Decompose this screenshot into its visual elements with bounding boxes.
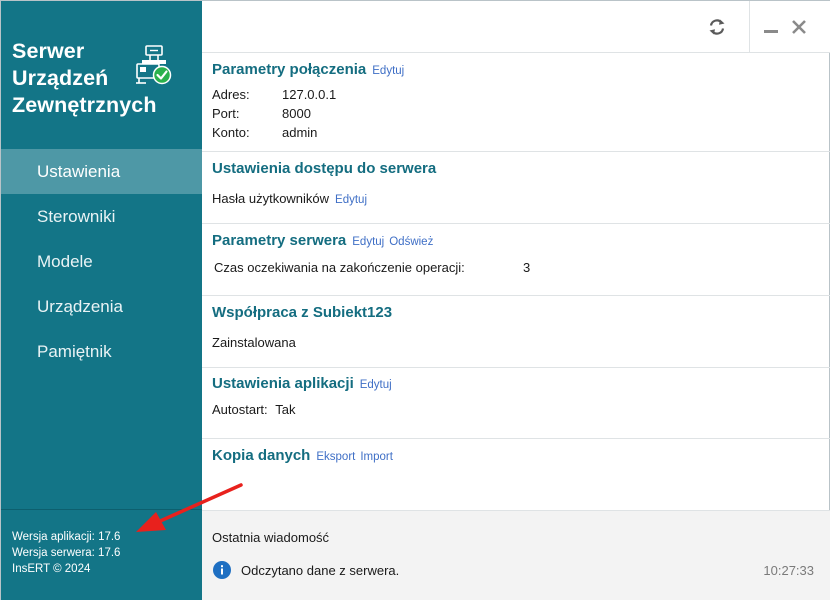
status-time: 10:27:33 — [763, 563, 814, 578]
section-access: Ustawienia dostępu do serwera Hasła użyt… — [202, 152, 830, 224]
section-subiekt: Współpraca z Subiekt123 Zainstalowana — [202, 296, 830, 368]
sidebar-item-modele[interactable]: Modele — [1, 239, 202, 284]
status-panel: Ostatnia wiadomość Odczytano dane z serw… — [202, 510, 830, 600]
refresh-icon — [709, 18, 725, 35]
section-title-backup: Kopia danych Eksport Import — [212, 447, 393, 464]
copyright: InsERT © 2024 — [12, 563, 91, 575]
minimize-button[interactable] — [759, 1, 783, 52]
sidebar-item-sterowniki[interactable]: Sterowniki — [1, 194, 202, 239]
app-title-line-3: Zewnętrznych — [12, 93, 157, 117]
sidebar-item-urzadzenia[interactable]: Urządzenia — [1, 284, 202, 329]
close-button[interactable] — [786, 1, 812, 52]
backup-import-link[interactable]: Import — [360, 451, 393, 463]
sidebar-item-ustawienia[interactable]: Ustawienia — [1, 149, 202, 194]
account-label: Konto: — [212, 125, 250, 140]
settings-content: Parametry połączenia Edytuj Adres: 127.0.… — [202, 53, 830, 510]
timeout-label: Czas oczekiwania na zakończenie operacji… — [214, 260, 465, 275]
sidebar: Serwer Urządzeń Zewnętrznych Ustawienia … — [1, 1, 202, 600]
port-value: 8000 — [282, 106, 311, 121]
address-label: Adres: — [212, 87, 250, 102]
section-backup: Kopia danych Eksport Import — [202, 439, 830, 510]
version-info: Wersja aplikacji: 17.6 Wersja serwera: 1… — [1, 509, 202, 600]
sidebar-nav: Ustawienia Sterowniki Modele Urządzenia … — [1, 149, 202, 374]
server-params-refresh-link[interactable]: Odśwież — [389, 236, 433, 248]
server-params-edit-link[interactable]: Edytuj — [352, 236, 384, 248]
autostart-label: Autostart: — [212, 402, 268, 417]
section-title-subiekt: Współpraca z Subiekt123 — [212, 304, 393, 321]
toolbar-divider — [749, 1, 750, 52]
minimize-icon — [764, 29, 778, 33]
account-value: admin — [282, 125, 318, 140]
status-title: Ostatnia wiadomość — [212, 530, 330, 545]
autostart-row: Autostart: Tak — [212, 402, 296, 417]
section-title-app-settings: Ustawienia aplikacji Edytuj — [212, 375, 392, 392]
passwords-label: Hasła użytkowników — [212, 191, 330, 206]
backup-title-text: Kopia danych — [212, 447, 311, 464]
server-device-logo-icon — [136, 45, 172, 85]
section-app-settings: Ustawienia aplikacji Edytuj Autostart: Ta… — [202, 368, 830, 439]
section-title-server-params: Parametry serwera Edytuj Odśwież — [212, 232, 433, 249]
app-settings-edit-link[interactable]: Edytuj — [360, 379, 392, 391]
connection-edit-link[interactable]: Edytuj — [372, 65, 404, 77]
refresh-button[interactable] — [699, 1, 735, 52]
server-params-title-text: Parametry serwera — [212, 232, 347, 249]
passwords-row: Hasła użytkowników Edytuj — [212, 191, 367, 206]
close-icon — [792, 19, 806, 34]
section-title-access: Ustawienia dostępu do serwera — [212, 160, 437, 177]
address-value: 127.0.0.1 — [282, 87, 337, 102]
port-label: Port: — [212, 106, 240, 121]
section-server-params: Parametry serwera Edytuj Odśwież Czas ocze… — [202, 224, 830, 296]
section-connection: Parametry połączenia Edytuj Adres: 127.0.… — [202, 53, 830, 152]
app-version: Wersja aplikacji: 17.6 — [12, 531, 121, 543]
app-window: Serwer Urządzeń Zewnętrznych Ustawienia … — [0, 0, 830, 600]
connection-title-text: Parametry połączenia — [212, 61, 367, 78]
section-title-connection: Parametry połączenia Edytuj — [212, 61, 404, 78]
server-version: Wersja serwera: 17.6 — [12, 547, 121, 559]
info-icon — [213, 561, 231, 579]
passwords-edit-link[interactable]: Edytuj — [335, 194, 367, 206]
autostart-value: Tak — [275, 402, 296, 417]
title-bar — [202, 1, 830, 53]
sidebar-item-pamietnik[interactable]: Pamiętnik — [1, 329, 202, 374]
backup-export-link[interactable]: Eksport — [316, 451, 355, 463]
timeout-value: 3 — [523, 260, 531, 275]
app-settings-title-text: Ustawienia aplikacji — [212, 375, 354, 392]
status-message: Odczytano dane z serwera. — [241, 563, 400, 578]
subiekt-status: Zainstalowana — [212, 335, 296, 350]
